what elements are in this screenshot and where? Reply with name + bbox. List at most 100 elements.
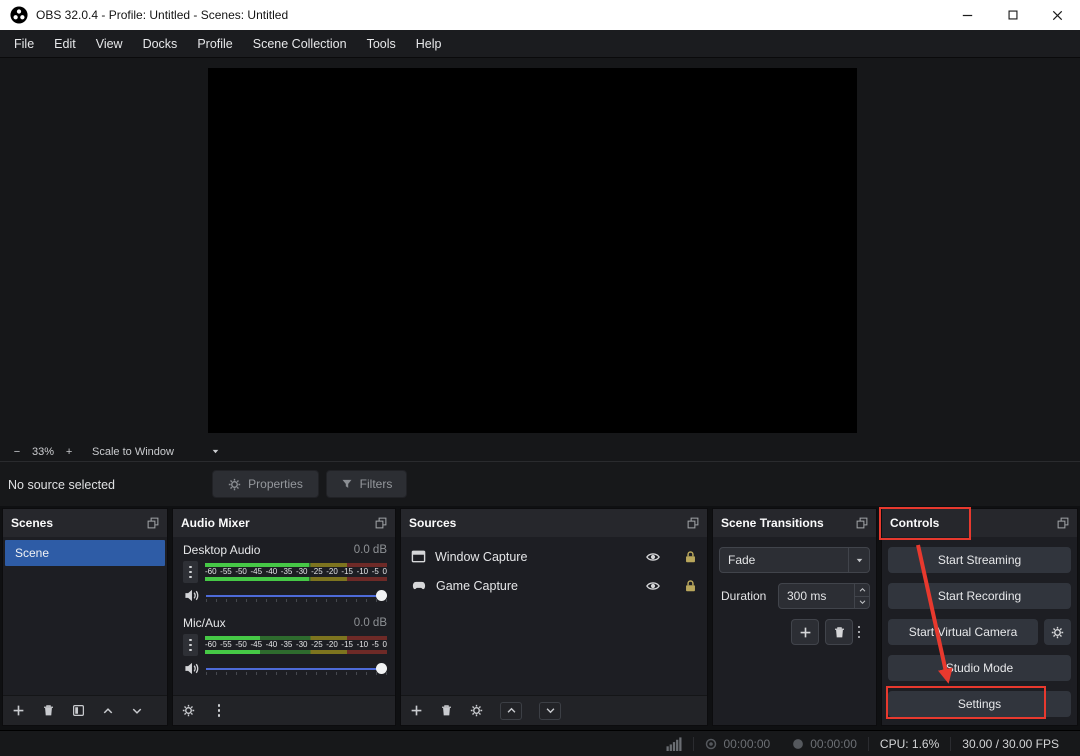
close-button[interactable] xyxy=(1035,0,1080,30)
menu-profile[interactable]: Profile xyxy=(187,30,242,57)
zoom-out-button[interactable]: − xyxy=(8,446,26,458)
move-source-up-button[interactable] xyxy=(500,701,522,720)
transition-dropdown-button[interactable] xyxy=(848,548,869,572)
meter-scale: -60 -55 -50 -45 -40 -35 -30 -25 -20 -15 -10 -5 0 xyxy=(205,640,387,650)
volume-slider-handle[interactable] xyxy=(376,590,387,601)
move-scene-down-button[interactable] xyxy=(131,705,143,717)
sources-popout-icon[interactable] xyxy=(687,517,699,529)
scenes-list: Scene xyxy=(3,537,167,695)
scenes-dock: Scenes Scene xyxy=(2,508,168,726)
transition-select[interactable]: Fade xyxy=(719,547,870,573)
source-row-window-capture[interactable]: Window Capture xyxy=(401,542,707,571)
transition-options-button[interactable] xyxy=(852,622,866,642)
network-status xyxy=(655,736,693,751)
transitions-popout-icon[interactable] xyxy=(856,517,868,529)
settings-button[interactable]: Settings xyxy=(888,691,1071,717)
start-virtual-camera-button[interactable]: Start Virtual Camera xyxy=(888,619,1038,645)
menu-tools[interactable]: Tools xyxy=(357,30,406,57)
preview-zoom-bar: − 33% + Scale to Window xyxy=(0,442,1080,461)
gear-icon xyxy=(182,704,195,717)
mixer-options-button[interactable] xyxy=(212,701,226,721)
volume-slider-handle[interactable] xyxy=(376,663,387,674)
mixer-menu-button[interactable] xyxy=(183,634,198,656)
controls-dock-header[interactable]: Controls xyxy=(882,509,1077,537)
source-label: Window Capture xyxy=(435,549,528,564)
maximize-icon xyxy=(1006,8,1020,22)
audio-mixer-popout-icon[interactable] xyxy=(375,517,387,529)
duration-increment-button[interactable] xyxy=(855,584,869,597)
add-scene-button[interactable] xyxy=(12,704,25,717)
advanced-audio-properties-button[interactable] xyxy=(182,704,195,717)
visibility-eye-icon[interactable] xyxy=(645,550,661,564)
studio-mode-button[interactable]: Studio Mode xyxy=(888,655,1071,681)
controls-popout-icon[interactable] xyxy=(1057,517,1069,529)
slider-fill xyxy=(206,594,381,597)
menu-help[interactable]: Help xyxy=(406,30,452,57)
recording-indicator-icon xyxy=(705,738,717,750)
mute-button[interactable] xyxy=(183,588,199,603)
virtual-camera-settings-button[interactable] xyxy=(1044,619,1071,645)
scenes-dock-header[interactable]: Scenes xyxy=(3,509,167,537)
recording-timer-group: 00:00:00 xyxy=(694,737,781,751)
duration-decrement-button[interactable] xyxy=(855,597,869,609)
recording-timer: 00:00:00 xyxy=(723,736,771,751)
audio-mixer-dock-header[interactable]: Audio Mixer xyxy=(173,509,395,537)
minimize-button[interactable] xyxy=(945,0,990,30)
gear-icon xyxy=(228,478,241,491)
source-properties-button[interactable] xyxy=(470,704,483,717)
db-scale-tick: -35 xyxy=(280,640,293,649)
menu-file[interactable]: File xyxy=(4,30,44,57)
preview-area xyxy=(0,58,1080,442)
menu-scene-collection[interactable]: Scene Collection xyxy=(243,30,357,57)
duration-spinbox[interactable]: 300 ms xyxy=(778,583,870,609)
start-streaming-button[interactable]: Start Streaming xyxy=(888,547,1071,573)
title-bar: OBS 32.0.4 - Profile: Untitled - Scenes:… xyxy=(0,0,1080,30)
gear-icon xyxy=(470,704,483,717)
visibility-eye-icon[interactable] xyxy=(645,579,661,593)
add-source-button[interactable] xyxy=(410,704,423,717)
mixer-mic-aux: Mic/Aux 0.0 dB -60 -55 -50 -45 -40 -35 -30 -25-… xyxy=(183,616,387,676)
filters-button[interactable]: Filters xyxy=(326,470,407,498)
volume-slider[interactable] xyxy=(206,662,387,676)
duration-row: Duration 300 ms xyxy=(719,583,870,609)
sources-dock-title: Sources xyxy=(409,516,457,530)
db-scale-tick: 0 xyxy=(382,640,387,649)
volume-meter: -60 -55 -50 -45 -40 -35 -30 -25 -20 -15 -10 -5 0 xyxy=(205,636,387,654)
db-scale-tick: -40 xyxy=(265,567,278,576)
mixer-name: Mic/Aux xyxy=(183,616,226,630)
start-recording-button[interactable]: Start Recording xyxy=(888,583,1071,609)
menu-docks[interactable]: Docks xyxy=(133,30,188,57)
db-scale-tick: -5 xyxy=(371,640,379,649)
menu-edit[interactable]: Edit xyxy=(44,30,86,57)
volume-slider[interactable] xyxy=(206,589,387,603)
db-scale-tick: -5 xyxy=(371,567,379,576)
meter-level-fill xyxy=(205,650,260,654)
mixer-menu-button[interactable] xyxy=(183,561,198,583)
add-transition-button[interactable] xyxy=(791,619,819,645)
lock-icon[interactable] xyxy=(684,579,697,593)
remove-transition-button[interactable] xyxy=(825,619,853,645)
scene-filters-button[interactable] xyxy=(72,704,85,717)
cpu-usage: CPU: 1.6% xyxy=(879,736,940,751)
scene-list-item[interactable]: Scene xyxy=(5,540,165,566)
mute-button[interactable] xyxy=(183,661,199,676)
lock-icon[interactable] xyxy=(684,550,697,564)
db-scale-tick: -25 xyxy=(311,567,323,576)
status-bar: 00:00:00 00:00:00 CPU: 1.6% 30.00 / 30.0… xyxy=(0,730,1080,756)
move-scene-up-button[interactable] xyxy=(102,705,114,717)
slider-fill xyxy=(206,667,381,670)
move-source-down-button[interactable] xyxy=(539,701,561,720)
scale-mode-dropdown[interactable]: Scale to Window xyxy=(92,446,220,458)
menu-view[interactable]: View xyxy=(86,30,133,57)
properties-button[interactable]: Properties xyxy=(212,470,319,498)
remove-source-button[interactable] xyxy=(440,704,453,717)
preview-canvas[interactable] xyxy=(208,68,857,433)
source-toolbar: No source selected Properties Filters xyxy=(0,461,1080,506)
sources-dock-header[interactable]: Sources xyxy=(401,509,707,537)
source-row-game-capture[interactable]: Game Capture xyxy=(401,571,707,600)
zoom-in-button[interactable]: + xyxy=(60,446,78,458)
maximize-button[interactable] xyxy=(990,0,1035,30)
scenes-popout-icon[interactable] xyxy=(147,517,159,529)
remove-scene-button[interactable] xyxy=(42,704,55,717)
transitions-dock-header[interactable]: Scene Transitions xyxy=(713,509,876,537)
